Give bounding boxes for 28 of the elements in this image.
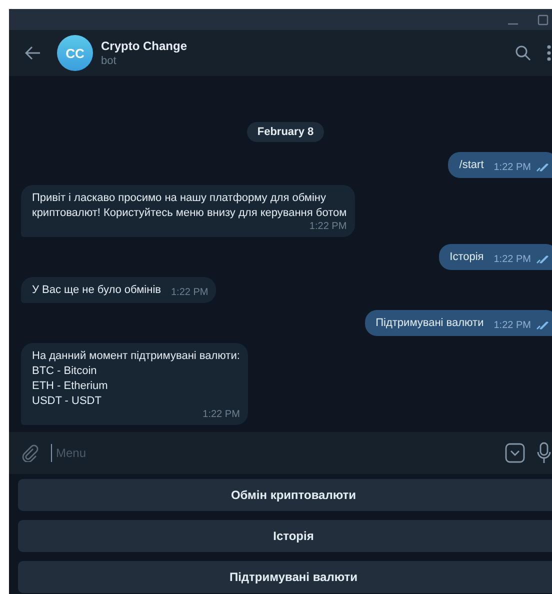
avatar: CC bbox=[57, 35, 93, 71]
message-time: 1:22 PM bbox=[170, 287, 208, 298]
message-text: Історія bbox=[450, 250, 484, 265]
date-badge: February 8 bbox=[247, 122, 324, 142]
message-input[interactable]: Menu bbox=[51, 444, 493, 462]
message-time: 1:22 PM bbox=[494, 162, 531, 173]
message-text: У Вас ще не було обмінів bbox=[32, 283, 161, 298]
chat-title: Crypto Change bbox=[101, 39, 188, 53]
message-time: 1:22 PM bbox=[309, 221, 347, 232]
back-arrow-icon[interactable] bbox=[25, 46, 41, 60]
more-menu-icon[interactable] bbox=[547, 45, 551, 61]
search-icon[interactable] bbox=[515, 45, 531, 61]
message-composer[interactable]: Menu bbox=[9, 432, 552, 474]
message-text: /start bbox=[459, 158, 484, 173]
keyboard-button[interactable]: Історія bbox=[18, 520, 552, 552]
message-time: 1:22 PM bbox=[494, 320, 531, 331]
keyboard-button[interactable]: Підтримувані валюти bbox=[18, 561, 552, 593]
maximize-icon[interactable] bbox=[537, 14, 549, 26]
message-time: 1:22 PM bbox=[202, 409, 240, 420]
microphone-icon[interactable] bbox=[537, 442, 551, 464]
message-text: Привіт і ласкаво просимо на нашу платформу для обміну криптовалют! Користуйтесь меню внизу для керування ботом bbox=[32, 191, 347, 221]
message-text: На данний момент підтримувані валюти: BTC - Bitcoin ETH - Etherium USDT - USDT bbox=[32, 349, 240, 409]
attach-icon[interactable] bbox=[21, 444, 39, 462]
message-time: 1:22 PM bbox=[494, 254, 531, 265]
message-text: Підтримувані валюти bbox=[376, 316, 484, 331]
keyboard-button[interactable]: Обмін криптовалюти bbox=[18, 479, 552, 511]
chat-subtitle: bot bbox=[101, 55, 118, 67]
keyboard-toggle-icon[interactable] bbox=[505, 443, 525, 463]
